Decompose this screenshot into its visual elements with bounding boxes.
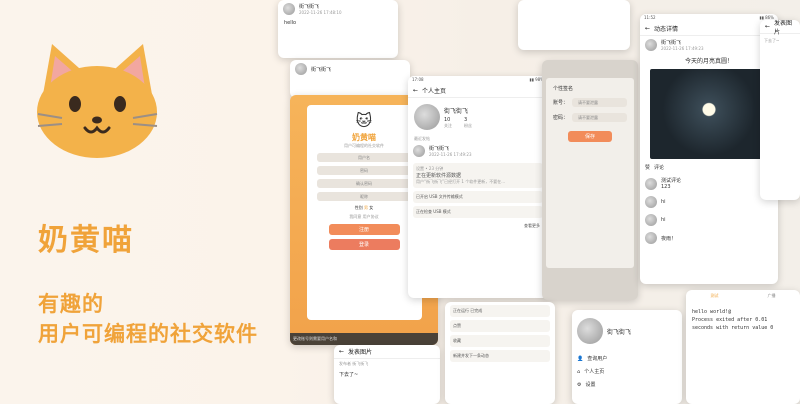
screen-menu: 街飞街飞 👤 查询用户 ⌂ 个人主页 ⚙ 设置 — [572, 310, 682, 404]
profile-header: 街飞街飞 10 关注 3 粉丝 — [408, 98, 548, 136]
feed-post-header[interactable]: 街飞街飞 — [290, 60, 410, 78]
account-row[interactable]: 账号： 请不要泄露 — [548, 95, 632, 110]
option-check[interactable]: 正在检查 USB 模式 — [413, 206, 543, 218]
username-field[interactable]: 用户名 — [316, 153, 412, 162]
gender-label: 性别 — [354, 205, 363, 210]
login-logo-text: 奶黄喵 — [352, 133, 376, 142]
screen-top-blank — [518, 0, 630, 50]
screen-feed-nav: 街飞街飞 — [290, 60, 410, 98]
avatar — [413, 145, 425, 157]
comment-item: 测试评论 123 — [640, 174, 778, 193]
comment-button[interactable]: 评论 — [654, 164, 664, 171]
status-bar: 17:08 ▮▮ 98% — [412, 77, 544, 82]
gender-row[interactable]: 性别 男 女 — [307, 205, 422, 211]
login-footer: 更改账号则需要用户名和 — [290, 333, 438, 345]
password-field[interactable]: 密码 — [316, 166, 412, 175]
avatar — [414, 104, 440, 130]
detail-post-header[interactable]: 街飞街飞 2022-11-26 17:49:23 — [640, 36, 778, 54]
detail-post-text: 今天的月亮真圆！ — [684, 58, 733, 65]
back-icon[interactable]: ← — [645, 25, 650, 32]
screen-detail: 11:52 ▮▮ 86% ← 动态详情 街飞街飞 2022-11-26 17:49:… — [640, 14, 778, 284]
confirm-password-field[interactable]: 确认密码 — [316, 179, 412, 188]
post-header[interactable]: 街飞街飞 2022-11-26 17:49:23 — [408, 142, 548, 160]
tab-broadcast[interactable]: 广播 — [768, 293, 776, 299]
gender-male[interactable]: 男 — [364, 205, 368, 210]
avatar — [645, 39, 657, 51]
notify-btn-fav[interactable]: 收藏 — [450, 335, 550, 347]
tab-test[interactable]: 测试 — [711, 293, 719, 299]
screen-right-edge: ← 发表图片 下去了~ — [760, 20, 800, 200]
menu-item-profile[interactable]: ⌂ 个人主页 — [572, 365, 682, 378]
agree-checkbox[interactable]: 我同意 用户协议 — [307, 214, 422, 220]
home-icon: ⌂ — [577, 368, 581, 375]
screen-profile: 17:08 ▮▮ 98% ← 个人主页 街飞街飞 10 关注 3 粉丝 最近发帖 街飞… — [408, 76, 548, 298]
comment-item: hi — [640, 193, 778, 211]
option-usb[interactable]: 已开启 USB 文件传输模式 — [413, 191, 543, 203]
comment-item: 夜雨！ — [640, 229, 778, 247]
menu-header: 街飞街飞 — [572, 310, 682, 352]
notification-card[interactable]: 设置 • 23 分钟 正在更新软件源数据 用户“街飞街飞”已经打开 1 个软件更… — [413, 163, 543, 188]
profile-name: 街飞街飞 — [444, 107, 469, 115]
back-icon[interactable]: ← — [339, 348, 344, 355]
gender-female[interactable]: 女 — [369, 205, 373, 210]
notify-card[interactable]: 正在运行 已完成 — [450, 305, 550, 317]
post-time: 2022-11-26 17:48:10 — [299, 10, 342, 15]
post-user: 街飞街飞 — [311, 66, 332, 73]
screen-feed-top: 街飞街飞 2022-11-26 17:48:10 hello — [278, 0, 398, 58]
avatar — [577, 318, 603, 344]
notify-btn-new[interactable]: 新建并发下一条动态 — [450, 350, 550, 362]
compose-author: 发布者 街飞街飞 — [339, 361, 369, 366]
password-row[interactable]: 密码： 请不要泄露 — [548, 110, 632, 125]
nickname-field[interactable]: 昵称 — [316, 192, 412, 201]
screen-compose: ← 发表图片 发布者 街飞街飞 下去了~ — [334, 345, 440, 404]
login-subtitle: 用户可编程的社交软件 — [344, 143, 384, 148]
menu-item-settings[interactable]: ⚙ 设置 — [572, 378, 682, 391]
post-text: hello — [284, 20, 297, 26]
post-user: 街飞街飞 — [299, 4, 320, 10]
followers-count[interactable]: 10 关注 — [444, 117, 452, 129]
login-button[interactable]: 登录 — [328, 239, 400, 250]
detail-actions: 赞 评论 — [640, 161, 778, 174]
profile-appbar: ← 个人主页 — [408, 84, 548, 98]
screen-code: 测试 广播 hello world!@ Process exited after… — [686, 290, 800, 404]
code-output: hello world!@ Process exited after 0.01 … — [692, 309, 774, 331]
signature-row[interactable]: 个性签名 — [548, 82, 632, 95]
back-icon[interactable]: ← — [765, 23, 770, 30]
following-count[interactable]: 3 粉丝 — [464, 117, 472, 129]
moon-photo[interactable] — [650, 69, 768, 159]
back-icon[interactable]: ← — [413, 87, 418, 94]
feed-post-header[interactable]: 街飞街飞 2022-11-26 17:48:10 — [278, 0, 398, 18]
right-appbar: ← 发表图片 — [760, 20, 800, 36]
app-title: 奶黄喵 — [38, 223, 134, 258]
like-button[interactable]: 赞 — [645, 164, 650, 171]
avatar — [283, 3, 295, 15]
screen-notify: 正在运行 已完成 点赞 收藏 新建并发下一条动态 — [445, 302, 555, 404]
register-button[interactable]: 注册 — [328, 224, 400, 235]
tagline-line1: 有趣的 — [38, 292, 104, 316]
compose-appbar: ← 发表图片 — [334, 345, 440, 359]
comment-item: hi — [640, 211, 778, 229]
menu-item-search-user[interactable]: 👤 查询用户 — [572, 352, 682, 365]
compose-input[interactable]: 下去了~ — [334, 369, 440, 380]
hero-section: 奶黄喵 有趣的 用户可编程的社交软件 — [0, 0, 330, 404]
more-button[interactable]: 查看更多 — [408, 221, 548, 231]
code-tabs: 测试 广播 — [686, 290, 800, 302]
person-icon: 👤 — [577, 355, 584, 362]
status-bar: 11:52 ▮▮ 86% — [644, 15, 774, 20]
detail-appbar: ← 动态详情 — [640, 22, 778, 36]
profile-title: 个人主页 — [422, 88, 447, 95]
screen-edit-profile: 个性签名 账号： 请不要泄露 密码： 请不要泄露 保存 — [542, 60, 638, 300]
tagline-line2: 用户可编程的社交软件 — [38, 322, 258, 346]
gear-icon: ⚙ — [577, 381, 582, 388]
avatar — [295, 63, 307, 75]
login-cat-icon: 🐱 — [355, 111, 373, 130]
save-button[interactable]: 保存 — [568, 131, 612, 142]
notify-btn-like[interactable]: 点赞 — [450, 320, 550, 332]
cat-logo-icon — [37, 44, 158, 158]
